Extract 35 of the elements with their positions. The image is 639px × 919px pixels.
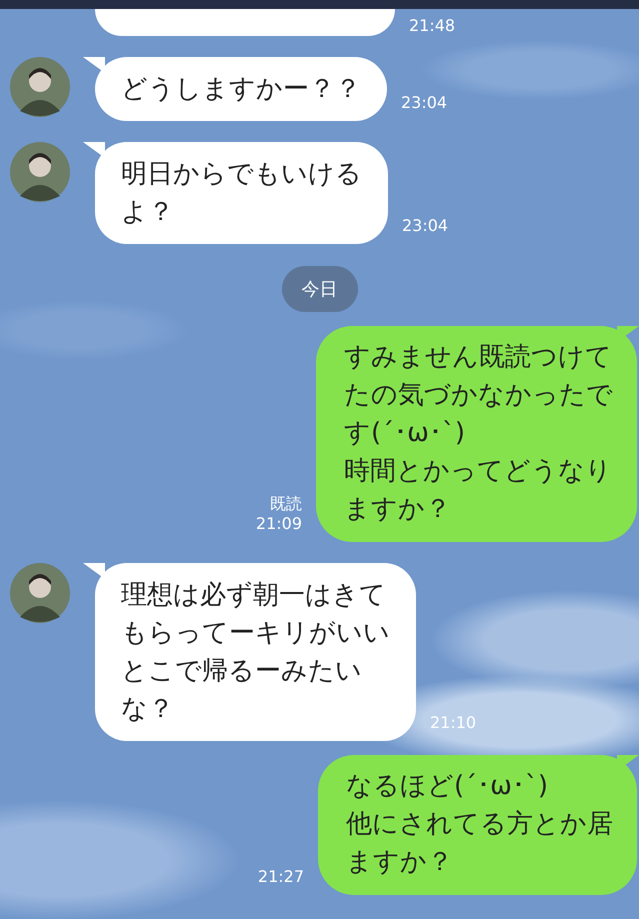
message-text: な？ — [121, 693, 175, 726]
message-text: 時間とかってどうなり — [344, 455, 613, 488]
message-bubble[interactable]: すみません既読つけて たの気づかなかったで す(´･ω･`) 時間とかってどうなり ますか？ — [316, 326, 637, 542]
message-bubble[interactable]: なるほど(´･ω･`) 他にされてる方とか居 ますか？ — [318, 755, 637, 895]
date-label: 今日 — [282, 266, 358, 312]
message-time: 23:04 — [401, 93, 448, 113]
message-bubble[interactable]: どうしますかー？？ — [95, 57, 387, 121]
message-text: とこで帰るーみたい — [121, 655, 363, 688]
bubble-tail — [83, 563, 105, 579]
message-bubble[interactable]: 明日からでもいける よ？ — [95, 142, 388, 244]
message-text: すみません既読つけて — [344, 341, 613, 374]
message-text: よ？ — [121, 196, 175, 229]
avatar[interactable] — [10, 142, 70, 202]
message-text: 他にされてる方とか居 — [346, 808, 613, 841]
bubble-tail — [83, 57, 105, 73]
avatar[interactable] — [10, 563, 70, 623]
message-bubble[interactable]: 理想は必ず朝一はきて もらってーキリがいい とこで帰るーみたい な？ — [95, 563, 416, 741]
message-time: 21:48 — [409, 16, 456, 36]
message-text: す(´･ω･`) — [344, 417, 466, 450]
message-text: たの気づかなかったで — [344, 379, 613, 412]
message-text: 理想は必ず朝一はきて — [121, 579, 387, 612]
message-text: 明日からでもいける — [121, 158, 362, 191]
message-text: なるほど(´･ω･`) — [346, 770, 550, 803]
avatar[interactable] — [10, 57, 70, 117]
message-text: ますか？ — [344, 493, 452, 526]
read-receipt: 既読 — [270, 494, 302, 514]
message-time: 23:04 — [402, 216, 448, 236]
message-time: 21:10 — [430, 713, 476, 733]
message-time: 21:27 — [258, 867, 304, 887]
message-text: どうしますかー？？ — [121, 73, 361, 106]
message-text: もらってーキリがいい — [121, 617, 390, 650]
message-bubble[interactable] — [95, 9, 395, 36]
bubble-tail — [83, 142, 105, 158]
message-time: 21:09 — [256, 514, 302, 534]
message-text: ますか？ — [346, 846, 454, 879]
